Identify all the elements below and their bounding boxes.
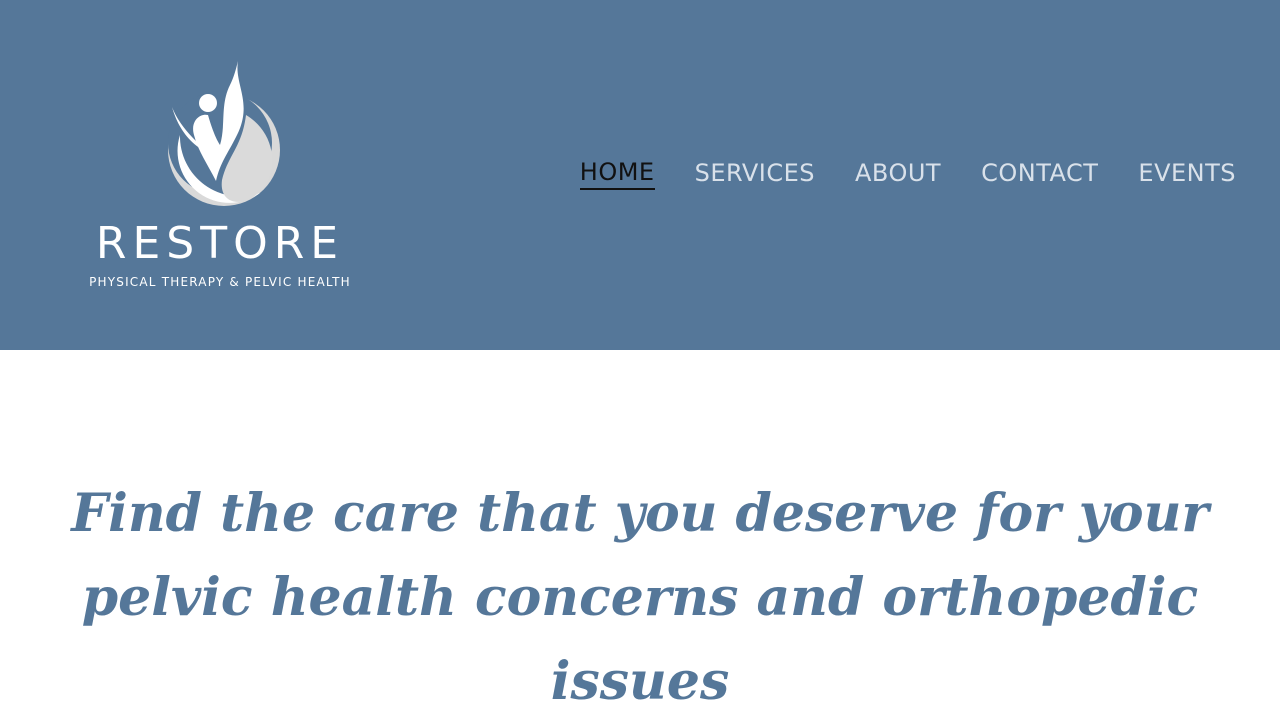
nav-home-link[interactable]: HOME	[579, 158, 655, 190]
site-header: RESTORE PHYSICAL THERAPY & PELVIC HEALTH…	[0, 0, 1280, 350]
nav-contact-link[interactable]: CONTACT	[981, 159, 1098, 189]
brand-name: RESTORE	[95, 218, 345, 269]
brand-tagline: PHYSICAL THERAPY & PELVIC HEALTH	[89, 275, 351, 289]
figure-leaf-logo-icon	[168, 61, 280, 206]
nav-about-link[interactable]: ABOUT	[855, 159, 941, 189]
brand-logo-link[interactable]: RESTORE PHYSICAL THERAPY & PELVIC HEALTH	[70, 55, 370, 300]
main-nav: HOME SERVICES ABOUT CONTACT EVENTS	[579, 158, 1236, 190]
nav-events-link[interactable]: EVENTS	[1138, 159, 1236, 189]
hero-section: Find the care that you deserve for your …	[60, 472, 1220, 724]
nav-services-link[interactable]: SERVICES	[695, 159, 815, 189]
hero-heading: Find the care that you deserve for your …	[71, 483, 1209, 712]
